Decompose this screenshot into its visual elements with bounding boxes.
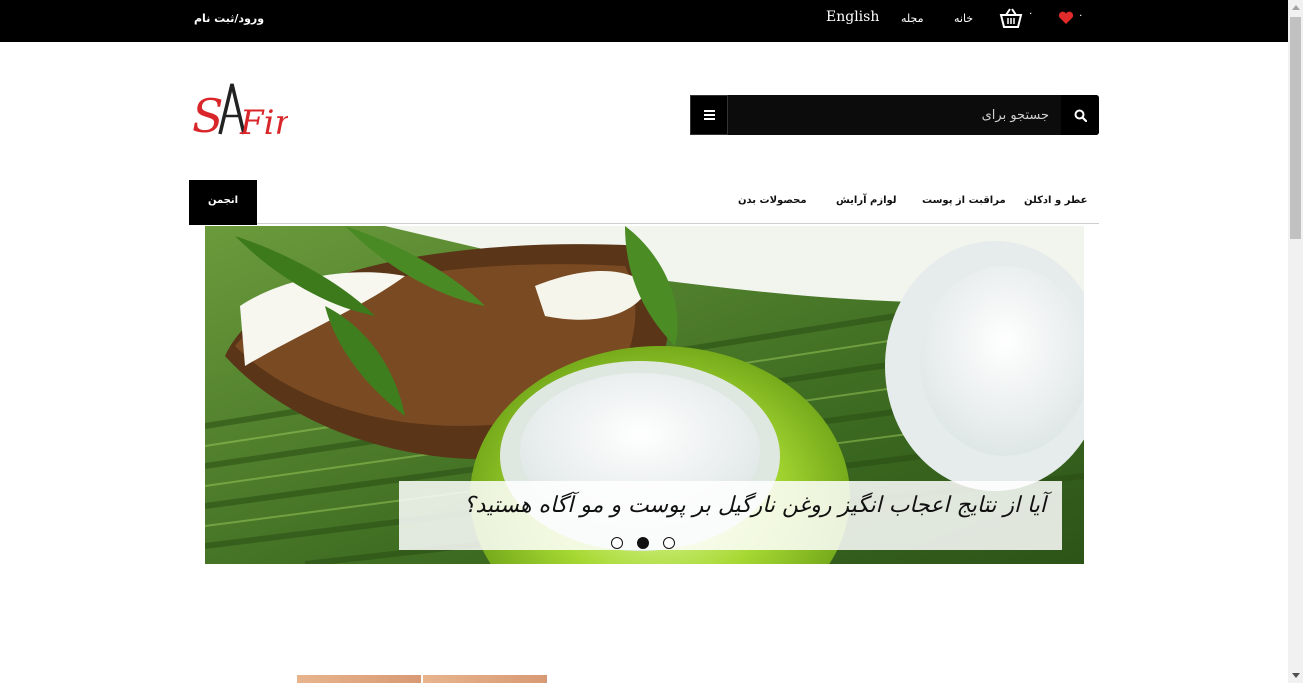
main-nav: انجمن محصولات بدن لوازم آرایش مراقبت از … — [189, 180, 1099, 225]
menu-button[interactable] — [690, 95, 728, 135]
scrollbar-thumb[interactable] — [1290, 17, 1301, 239]
cart-icon[interactable] — [999, 7, 1023, 31]
wishlist-count: ۰ — [1078, 10, 1084, 21]
product-thumbnails — [297, 675, 547, 683]
login-register-link[interactable]: ورود/ثبت نام — [194, 12, 264, 25]
top-bar: ورود/ثبت نام English مجله خانه ۰ ۰ — [0, 0, 1288, 42]
hero-slider[interactable]: آیا از نتایج اعجاب انگیز روغن نارگیل بر … — [205, 226, 1084, 564]
home-link[interactable]: خانه — [954, 12, 973, 25]
slide-caption-box: آیا از نتایج اعجاب انگیز روغن نارگیل بر … — [399, 481, 1062, 550]
cart-count: ۰ — [1028, 8, 1034, 19]
nav-item-body-products[interactable]: محصولات بدن — [738, 195, 807, 206]
nav-item-skincare[interactable]: مراقبت از پوست — [922, 195, 1006, 206]
product-image[interactable] — [423, 675, 547, 683]
slider-dot-active[interactable] — [637, 537, 649, 549]
slide-caption: آیا از نتایج اعجاب انگیز روغن نارگیل بر … — [463, 493, 1046, 518]
page: ورود/ثبت نام English مجله خانه ۰ ۰ S Fir — [0, 0, 1303, 683]
site-logo[interactable]: S Fir — [192, 78, 292, 148]
magazine-link[interactable]: مجله — [901, 12, 924, 25]
heart-icon[interactable] — [1058, 10, 1074, 24]
scroll-up-arrow-icon[interactable] — [1292, 5, 1300, 10]
slider-dot[interactable] — [663, 537, 675, 549]
page-scrollbar[interactable] — [1288, 0, 1303, 683]
english-language-link[interactable]: English — [826, 9, 879, 25]
svg-text:S: S — [192, 89, 224, 143]
nav-item-makeup[interactable]: لوازم آرایش — [836, 195, 897, 206]
search-button[interactable] — [1061, 95, 1099, 135]
slider-dot[interactable] — [611, 537, 623, 549]
nav-item-perfume[interactable]: عطر و ادکلن — [1024, 195, 1087, 206]
search-icon — [1074, 109, 1087, 122]
search-input[interactable] — [729, 95, 1061, 135]
hamburger-icon — [703, 114, 715, 116]
slider-dots — [611, 537, 675, 549]
product-image[interactable] — [297, 675, 421, 683]
scroll-down-arrow-icon[interactable] — [1292, 673, 1300, 678]
nav-item-forum[interactable]: انجمن — [189, 180, 257, 225]
search-bar — [690, 95, 1099, 135]
svg-text:Fir: Fir — [239, 103, 288, 143]
